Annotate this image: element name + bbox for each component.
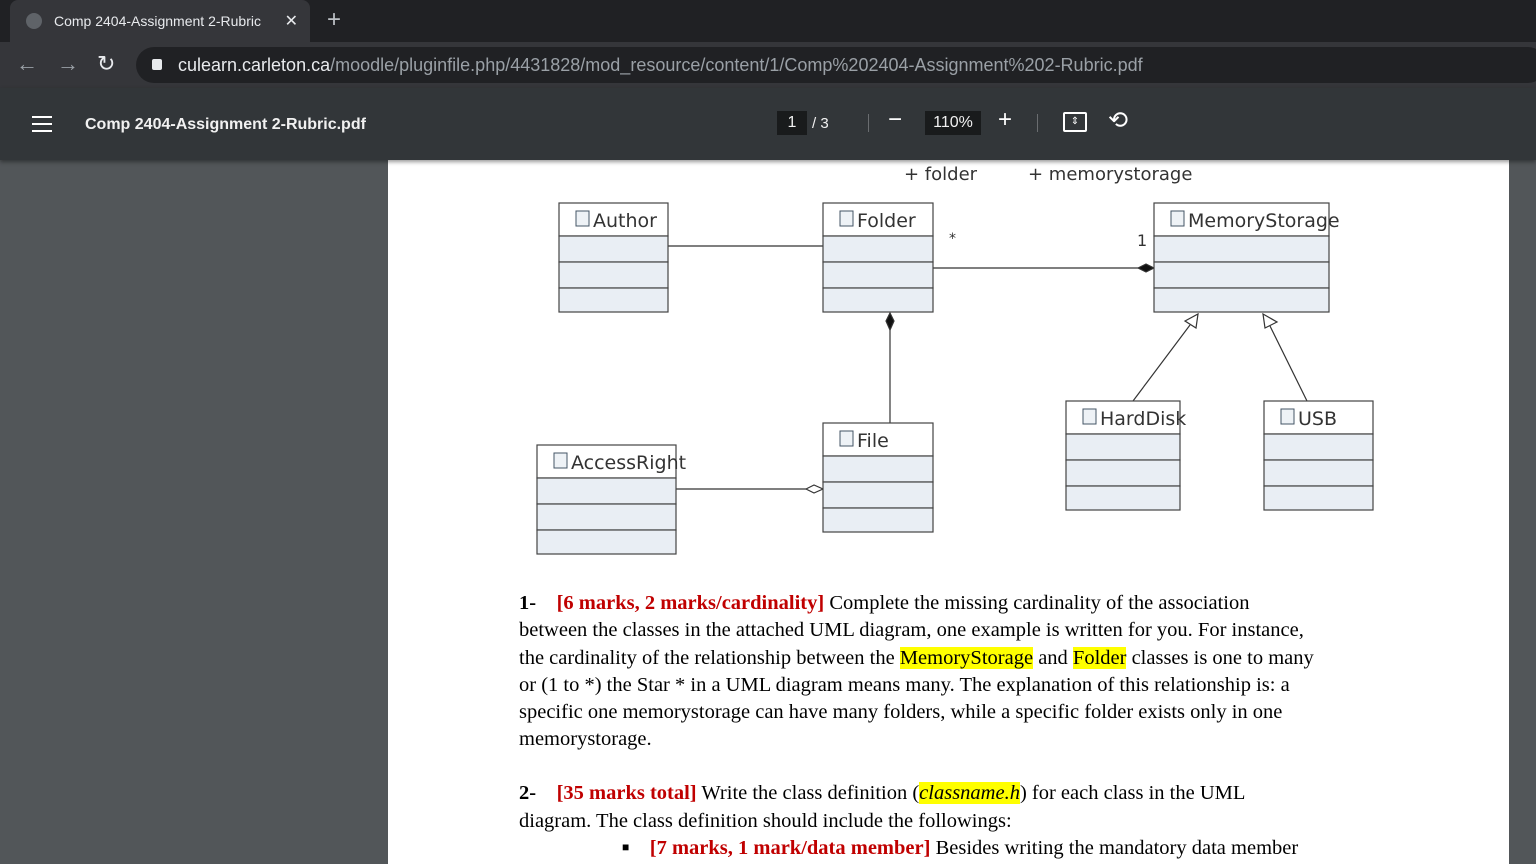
divider [868,114,869,132]
class-icon [839,430,854,447]
label-folder-role: + folder [904,164,978,185]
class-box-access: AccessRight [536,444,686,555]
class-icon [839,210,854,227]
zoom-out-icon[interactable]: − [888,106,902,134]
class-icon [1082,408,1097,425]
multiplicity-one: 1 [1137,231,1147,250]
class-box-folder: Folder [822,202,934,313]
class-icon [1280,408,1295,425]
q1-marks: [6 marks, 2 marks/cardinality] [556,592,825,614]
menu-icon[interactable] [32,116,52,137]
class-name: MemoryStorage [1188,210,1340,232]
zoom-input[interactable]: 110% [925,111,981,135]
q2-bullet: ■ [7 marks, 1 mark/data member] Besides … [622,837,1299,859]
class-name: HardDisk [1100,408,1186,430]
class-box-author: Author [558,202,669,313]
class-box-usb: USB [1263,400,1374,511]
generalization-usb [1269,325,1308,402]
q1-text: between the classes in the attached UML … [519,619,1304,641]
class-box-harddisk: HardDisk [1065,400,1186,511]
class-box-memory: MemoryStorage [1153,202,1340,313]
hollow-triangle-icon [1183,312,1199,330]
fit-page-icon[interactable]: ⇕ [1063,112,1087,132]
class-box-file: File [822,422,934,533]
highlight-folder: Folder [1072,647,1127,669]
rotate-icon[interactable]: ⟲ [1108,106,1128,135]
class-name: Author [593,210,657,232]
filled-diamond-icon [1136,263,1156,273]
filled-diamond-icon [885,311,895,332]
q1-text: the cardinality of the relationship betw… [519,647,1314,669]
q1-text: memorystorage. [519,728,652,750]
class-icon [575,210,590,227]
question-2-line: 2- [35 marks total] Write the class defi… [519,782,1246,804]
generalization-harddisk [1132,324,1191,402]
class-name: File [857,430,889,452]
class-icon [553,452,568,469]
page-total: / 3 [812,115,829,132]
question-1-line: 1- [6 marks, 2 marks/cardinality] Comple… [519,592,1250,614]
class-name: AccessRight [571,452,686,474]
zoom-in-icon[interactable]: + [998,106,1012,134]
class-icon [1170,210,1185,227]
q2-marks: [35 marks total] [556,782,697,804]
page-number-input[interactable]: 1 [777,111,807,135]
class-name: Folder [857,210,916,232]
highlight-memorystorage: MemoryStorage [899,647,1034,669]
label-memorystorage-role: + memorystorage [1028,164,1192,185]
multiplicity-many: * [949,231,956,247]
q1-text: specific one memorystorage can have many… [519,701,1283,723]
document-title: Comp 2404-Assignment 2-Rubric.pdf [85,116,366,133]
hollow-triangle-icon [1262,312,1279,329]
class-name: USB [1298,408,1337,430]
pdf-toolbar: Comp 2404-Assignment 2-Rubric.pdf 1 / 3 … [0,88,1536,160]
hollow-diamond-icon [804,484,825,494]
q2-text: diagram. The class definition should inc… [519,810,1012,832]
highlight-classname: classname.h [919,782,1020,804]
q1-text: or (1 to *) the Star * in a UML diagram … [519,674,1290,696]
divider [1037,114,1038,132]
